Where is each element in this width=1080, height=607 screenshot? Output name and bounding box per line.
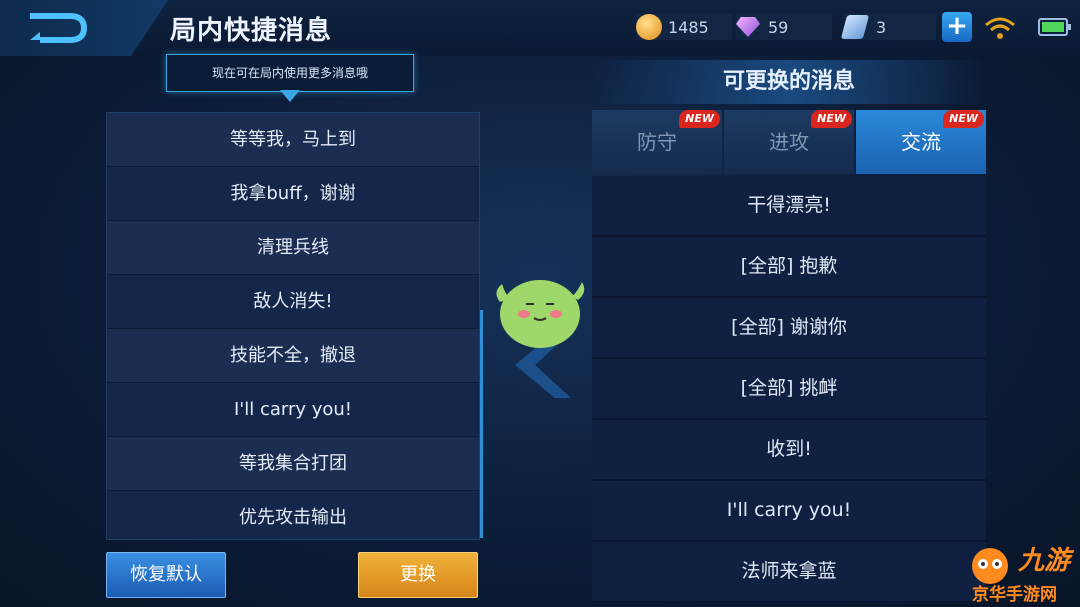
new-badge: NEW — [811, 110, 852, 128]
list-item[interactable]: 等等我，马上到 — [107, 113, 479, 167]
list-item[interactable]: I'll carry you! — [592, 481, 986, 542]
list-item[interactable]: 敌人消失! — [107, 275, 479, 329]
coupon-counter: 3 — [840, 14, 936, 40]
gold-amount: 1485 — [668, 17, 709, 37]
list-item[interactable]: 干得漂亮! — [592, 176, 986, 237]
list-scrollbar[interactable] — [480, 310, 483, 538]
tab-label: 防守 — [637, 130, 677, 154]
tab-label: 交流 — [901, 130, 941, 154]
list-item[interactable]: [全部] 抱歉 — [592, 237, 986, 298]
tip-banner: 现在可在局内使用更多消息哦 — [166, 54, 414, 92]
list-item[interactable]: 法师来拿蓝 — [592, 542, 986, 603]
coupon-amount: 3 — [876, 17, 887, 37]
tab-label: 进攻 — [769, 130, 809, 154]
tab-attack[interactable]: 进攻 NEW — [724, 110, 854, 174]
watermark-site: 京华手游网 — [972, 585, 1057, 605]
current-message-list: 等等我，马上到 我拿buff，谢谢 清理兵线 敌人消失! 技能不全，撤退 I'l… — [106, 112, 480, 540]
page-title: 局内快捷消息 — [170, 16, 333, 46]
back-arrow-icon — [30, 13, 88, 43]
list-item[interactable]: [全部] 谢谢你 — [592, 298, 986, 359]
list-item[interactable]: [全部] 挑衅 — [592, 359, 986, 420]
list-item[interactable]: 我拿buff，谢谢 — [107, 167, 479, 221]
replaceable-messages-title: 可更换的消息 — [592, 60, 986, 104]
wifi-icon — [985, 17, 1015, 39]
replaceable-message-list: 干得漂亮! [全部] 抱歉 [全部] 谢谢你 [全部] 挑衅 收到! I'll … — [592, 176, 986, 607]
list-item[interactable]: 等我集合打团 — [107, 437, 479, 491]
category-tabs: 防守 NEW 进攻 NEW 交流 NEW — [592, 110, 986, 174]
restore-default-button[interactable]: 恢复默认 — [106, 552, 226, 598]
gold-coin-icon — [636, 14, 662, 40]
mascot-icon — [496, 280, 585, 348]
new-badge: NEW — [943, 110, 984, 128]
diamond-amount: 59 — [768, 17, 789, 37]
new-badge: NEW — [679, 110, 720, 128]
diamond-counter: 59 — [736, 14, 832, 40]
watermark-brand: 九游 — [1018, 546, 1071, 576]
swap-button[interactable]: 更换 — [358, 552, 478, 598]
list-item[interactable]: 收到! — [592, 420, 986, 481]
list-item[interactable]: 清理兵线 — [107, 221, 479, 275]
battery-icon — [1038, 18, 1071, 36]
diamond-icon — [736, 17, 760, 37]
tip-arrow-icon — [280, 90, 300, 102]
list-item[interactable]: 优先攻击输出 — [107, 491, 479, 539]
gold-counter: 1485 — [636, 14, 732, 40]
tab-communication[interactable]: 交流 NEW — [856, 110, 986, 174]
recharge-plus-button[interactable]: + — [942, 12, 972, 42]
list-item[interactable]: 技能不全，撤退 — [107, 329, 479, 383]
coupon-icon — [840, 15, 870, 39]
list-item[interactable]: I'll carry you! — [107, 383, 479, 437]
tab-defense[interactable]: 防守 NEW — [592, 110, 722, 174]
